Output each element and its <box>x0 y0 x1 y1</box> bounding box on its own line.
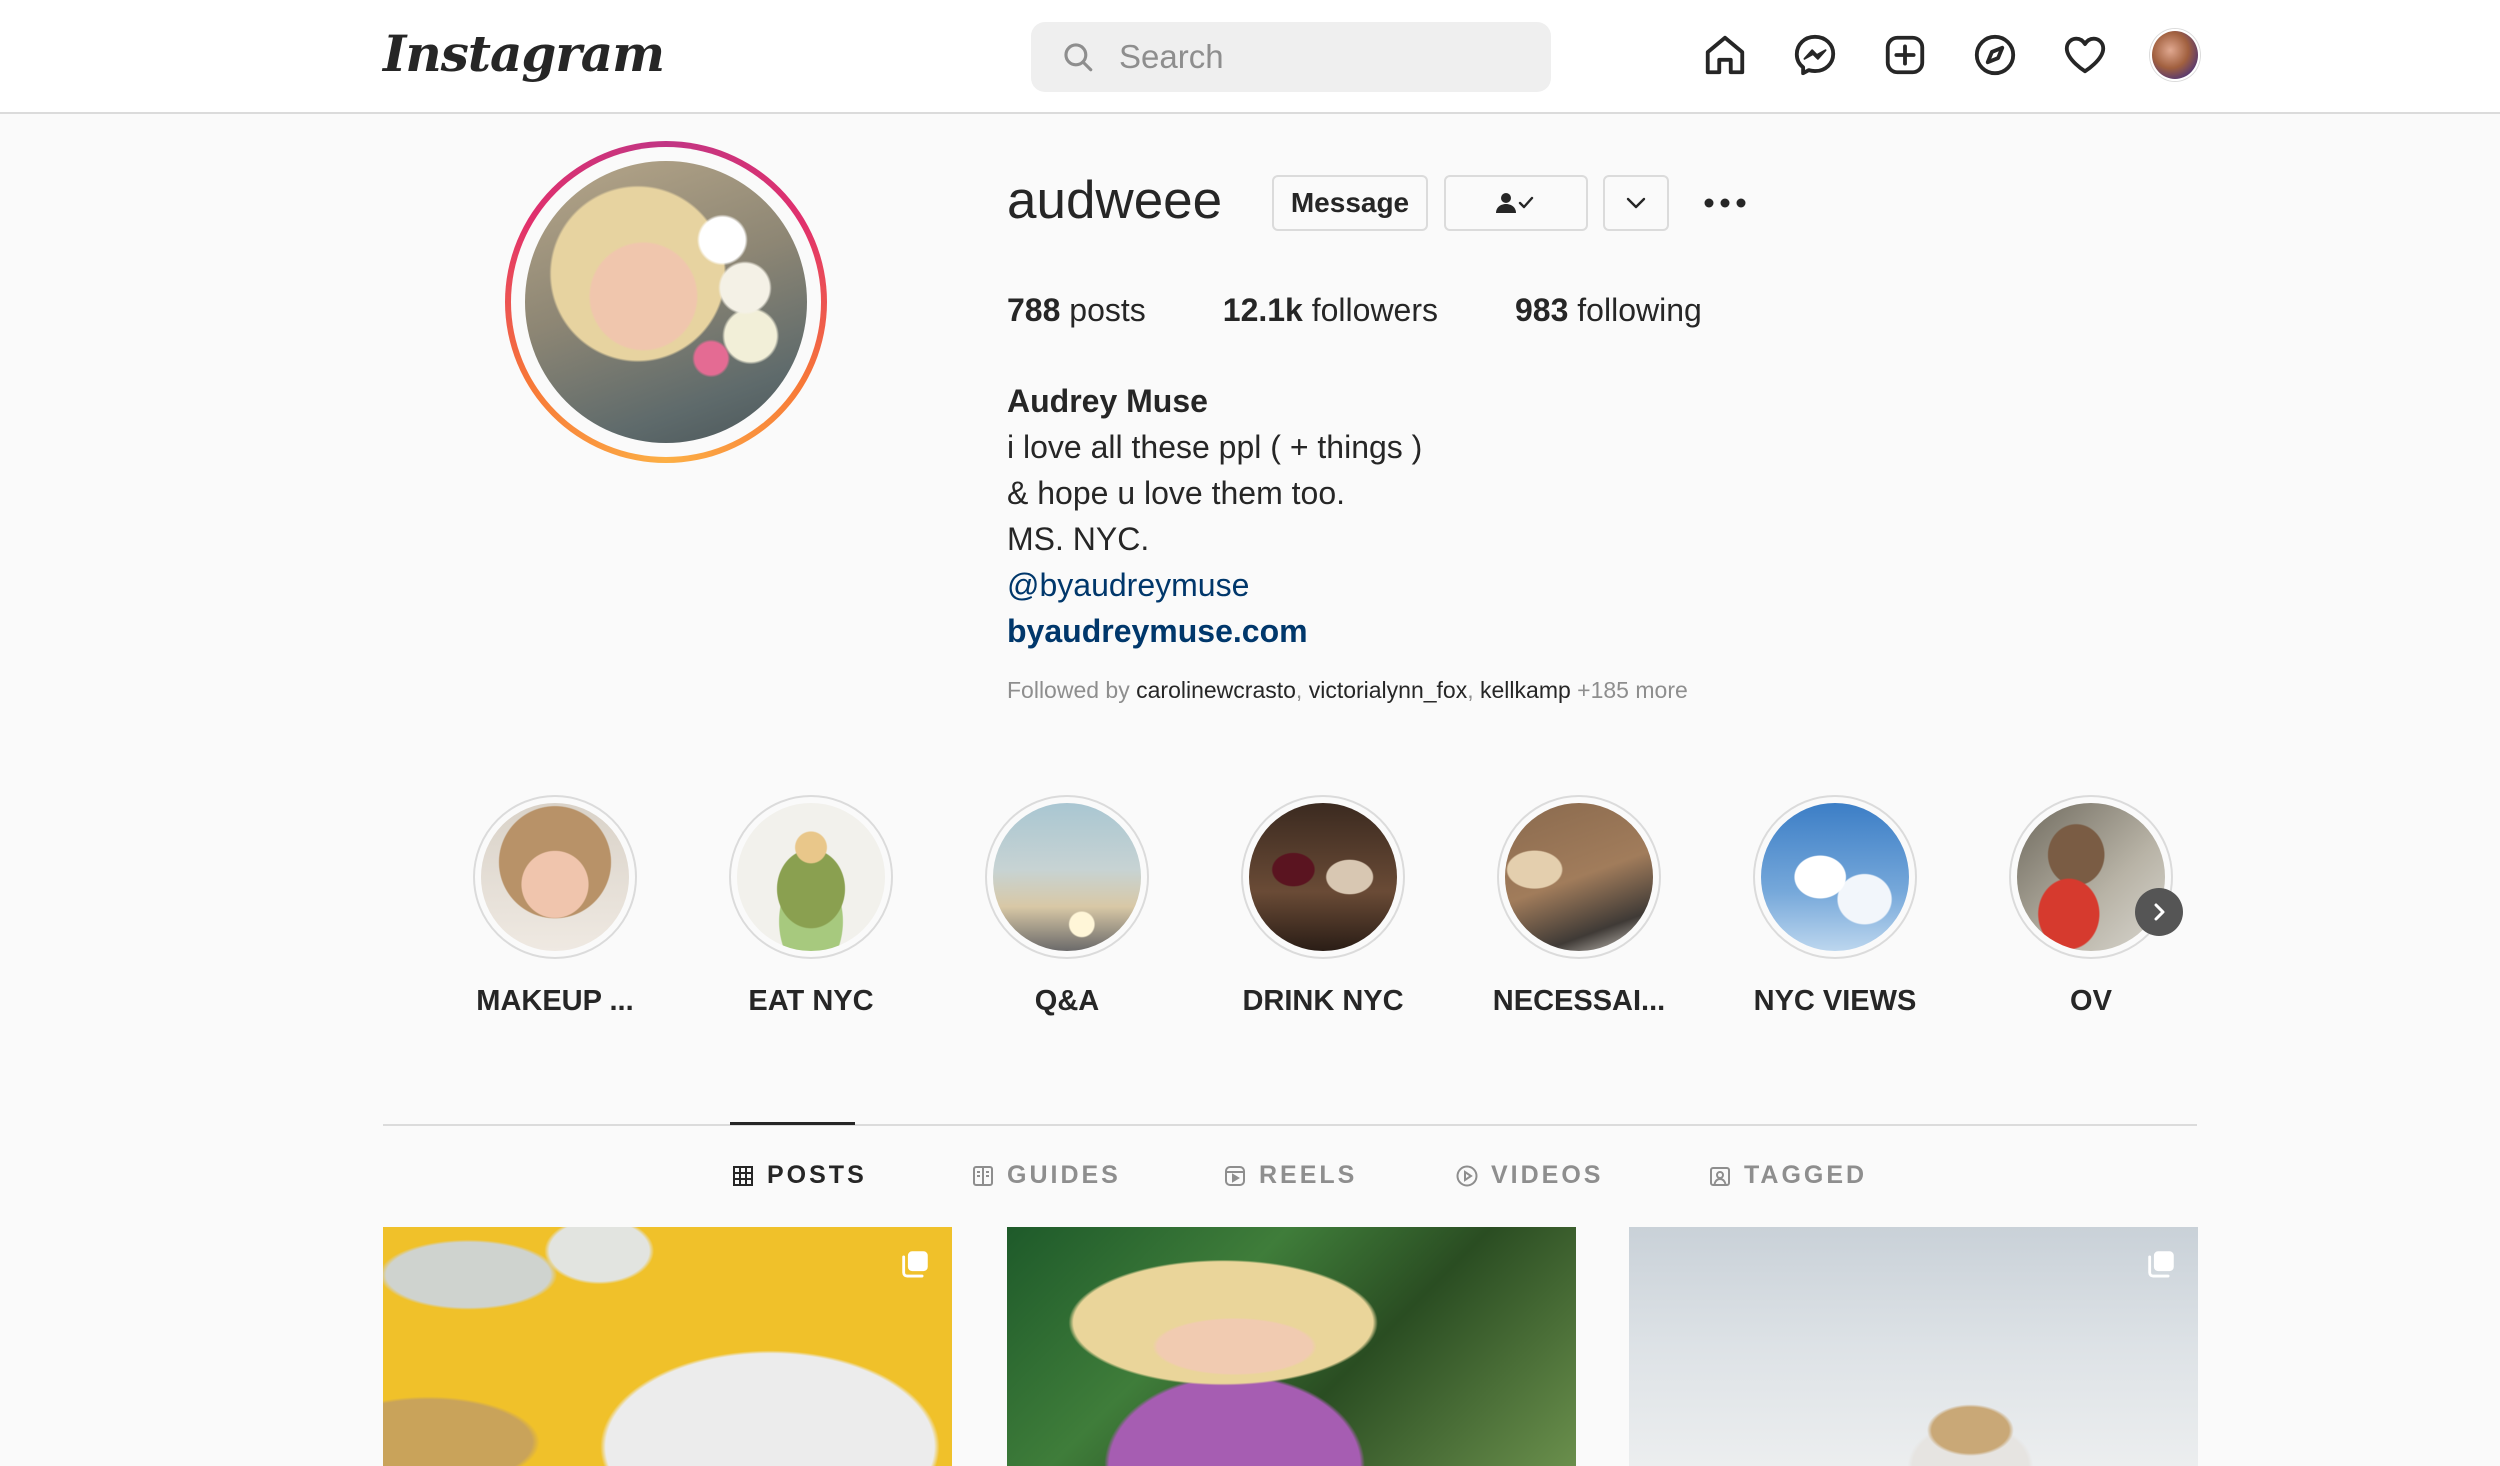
active-tab-indicator <box>730 1122 855 1125</box>
profile-bio: Audrey Muse i love all these ppl ( + thi… <box>1007 378 1422 654</box>
highlights-next-button[interactable] <box>2135 888 2183 936</box>
explore-icon[interactable] <box>1970 30 2020 80</box>
highlight-cover <box>737 803 885 951</box>
followed-by-more: +185 more <box>1577 677 1688 703</box>
highlight-label: NYC VIEWS <box>1753 985 1917 1017</box>
post-thumbnail[interactable] <box>383 1227 952 1466</box>
profile-photo <box>525 161 807 443</box>
multiple-photos-icon <box>2148 1251 2174 1278</box>
nav-icons <box>1700 29 2200 81</box>
highlight-label: Q&A <box>1034 985 1100 1017</box>
following-count: 983 <box>1515 292 1569 328</box>
chevron-right-icon <box>2154 903 2165 921</box>
tab-label: POSTS <box>767 1161 867 1189</box>
profile-username: audweee <box>1007 171 1223 230</box>
tab-label: TAGGED <box>1744 1161 1868 1189</box>
tab-reels[interactable]: REELS <box>1223 1161 1357 1190</box>
followers-count: 12.1k <box>1222 292 1303 328</box>
profile-avatar-story-ring[interactable] <box>505 141 827 463</box>
profile-stats: 788 posts 12.1k followers 983 following <box>1007 292 1779 329</box>
profile-full-name: Audrey Muse <box>1007 383 1208 419</box>
highlight-label: DRINK NYC <box>1242 985 1404 1017</box>
highlight-cover <box>993 803 1141 951</box>
top-nav-bar: Instagram <box>0 0 2500 114</box>
bio-line: MS. NYC. <box>1007 521 1150 557</box>
highlight-cover <box>481 803 629 951</box>
followed-by-prefix: Followed by <box>1007 677 1130 703</box>
post-thumbnail[interactable] <box>1007 1227 1576 1466</box>
highlight-cover <box>1249 803 1397 951</box>
reels-icon <box>1225 1165 1245 1186</box>
followed-by-line[interactable]: Followed by carolinewcrasto, victorialyn… <box>1007 677 1688 704</box>
highlight-label: EAT NYC <box>748 985 874 1017</box>
multiple-photos-icon <box>902 1251 928 1278</box>
tabs-divider <box>383 1124 2197 1126</box>
play-circle-icon <box>1456 1165 1478 1186</box>
avatar <box>2150 29 2200 81</box>
follower-name[interactable]: carolinewcrasto <box>1136 677 1296 703</box>
tab-guides[interactable]: GUIDES <box>971 1161 1121 1190</box>
search-input[interactable] <box>1117 37 1521 77</box>
tab-label: REELS <box>1259 1161 1358 1189</box>
new-post-icon[interactable] <box>1880 30 1930 80</box>
follower-name[interactable]: kellkamp <box>1480 677 1571 703</box>
highlight-necessities[interactable]: NECESSAI... <box>1464 795 1694 1018</box>
follower-name[interactable]: victorialynn_fox <box>1309 677 1468 703</box>
profile-avatar[interactable] <box>2150 29 2200 81</box>
tab-label: VIDEOS <box>1491 1161 1604 1189</box>
bio-mention-link[interactable]: @byaudreymuse <box>1007 562 1422 608</box>
bio-line: i love all these ppl ( + things ) <box>1007 429 1423 465</box>
tab-videos[interactable]: VIDEOS <box>1455 1161 1603 1190</box>
following-label: following <box>1577 292 1702 328</box>
highlight-cover <box>1505 803 1653 951</box>
person-check-icon <box>1496 193 1534 213</box>
tab-posts[interactable]: POSTS <box>731 1161 867 1190</box>
messenger-icon[interactable] <box>1790 30 1840 80</box>
highlight-eat-nyc[interactable]: EAT NYC <box>696 795 926 1018</box>
highlight-drink-nyc[interactable]: DRINK NYC <box>1208 795 1438 1018</box>
highlight-label: OV <box>2070 985 2112 1017</box>
following-stat[interactable]: 983 following <box>1515 292 1702 329</box>
following-button[interactable] <box>1444 175 1588 231</box>
guides-icon <box>973 1165 993 1186</box>
posts-count: 788 <box>1007 292 1061 328</box>
followers-label: followers <box>1311 292 1438 328</box>
highlight-cover <box>1761 803 1909 951</box>
highlight-qa[interactable]: Q&A <box>952 795 1182 1018</box>
tagged-icon <box>1710 1166 1730 1186</box>
post-thumbnail[interactable] <box>1629 1227 2198 1466</box>
highlight-label: MAKEUP ... <box>476 985 634 1017</box>
message-button[interactable]: Message <box>1272 175 1428 231</box>
posts-stat: 788 posts <box>1007 292 1146 329</box>
activity-heart-icon[interactable] <box>2060 30 2110 80</box>
story-highlights: MAKEUP ... EAT NYC Q&A DRINK NYC NECESSA… <box>440 795 2200 1035</box>
tab-tagged[interactable]: TAGGED <box>1708 1161 1867 1190</box>
bio-line: & hope u love them too. <box>1007 475 1345 511</box>
more-options-icon[interactable] <box>1700 180 1750 226</box>
instagram-logo[interactable]: Instagram <box>383 24 665 83</box>
posts-label: posts <box>1069 292 1146 328</box>
highlight-makeup[interactable]: MAKEUP ... <box>440 795 670 1018</box>
suggested-dropdown-button[interactable] <box>1603 175 1669 231</box>
tab-label: GUIDES <box>1007 1161 1121 1189</box>
website-link[interactable]: byaudreymuse.com <box>1007 608 1422 654</box>
highlight-nyc-views[interactable]: NYC VIEWS <box>1720 795 1950 1018</box>
home-icon[interactable] <box>1700 30 1750 80</box>
chevron-down-icon <box>1626 197 1646 209</box>
grid-icon <box>733 1165 753 1186</box>
search-box[interactable] <box>1031 22 1551 92</box>
search-icon <box>1064 43 1093 72</box>
highlight-label: NECESSAI... <box>1492 985 1666 1017</box>
followers-stat[interactable]: 12.1k followers <box>1223 292 1438 329</box>
